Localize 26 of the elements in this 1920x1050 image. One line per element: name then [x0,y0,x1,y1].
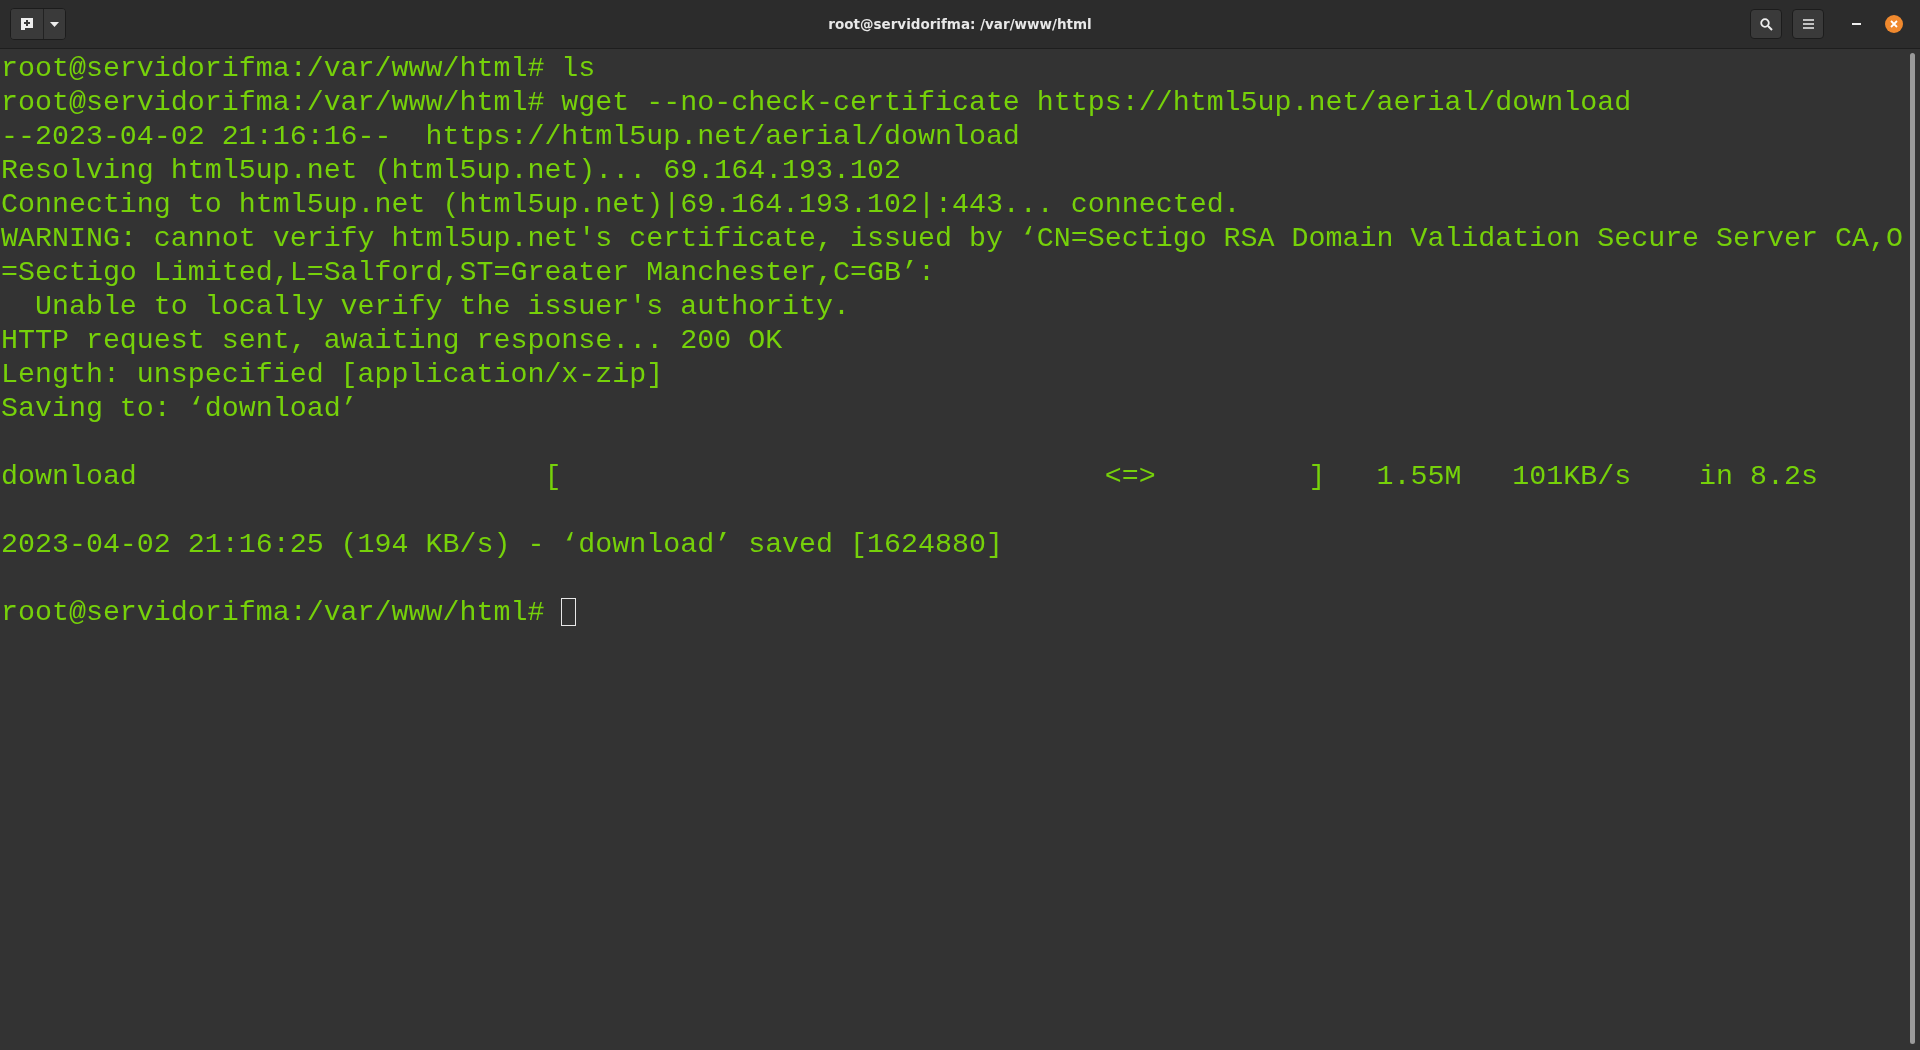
terminal-line: Length: unspecified [application/x-zip] [1,357,664,391]
close-icon [1885,15,1903,33]
window-title: root@servidorifma: /var/www/html [828,16,1092,32]
terminal-line: --2023-04-02 21:16:16-- https://html5up.net/aerial/download [1,119,1020,153]
terminal-line: WARNING: cannot verify html5up.net's certificate, issued by ‘CN=Sectigo RSA Domain Validation Secure Server CA,O [1,221,1903,255]
text-cursor [561,598,577,626]
search-icon [1759,17,1773,31]
menu-button[interactable] [1792,9,1824,39]
terminal-line: root@servidorifma:/var/www/html# ls [1,51,596,85]
shell-prompt: root@servidorifma:/var/www/html# [1,595,546,629]
terminal-line: Connecting to html5up.net (html5up.net)|69.164.193.102|:443... connected. [1,187,1241,221]
terminal-line: =Sectigo Limited,L=Salford,ST=Greater Manchester,C=GB’: [1,255,935,289]
menu-icon [1802,19,1814,29]
terminal-line: Saving to: ‘download’ [1,391,358,425]
dropdown-button[interactable] [43,9,65,39]
terminal-line: Resolving html5up.net (html5up.net)... 69.164.193.102 [1,153,901,187]
scrollbar-thumb[interactable] [1909,53,1915,1044]
new-tab-icon [20,17,34,31]
terminal-line: HTTP request sent, awaiting response... 200 OK [1,323,783,357]
search-button[interactable] [1750,9,1782,39]
terminal-line: root@servidorifma:/var/www/html# wget --no-check-certificate https://html5up.net/aerial/download [1,85,1632,119]
caret-icon [50,21,59,27]
terminal-line: 2023-04-02 21:16:25 (194 KB/s) - ‘download’ saved [1624880] [1,527,1003,561]
terminal-line: Unable to locally verify the issuer's authority. [33,289,851,323]
minimize-icon [1851,23,1861,25]
terminal-line: download [ <=> ] 1.55M 101KB/s in 8.2s [1,459,1818,493]
